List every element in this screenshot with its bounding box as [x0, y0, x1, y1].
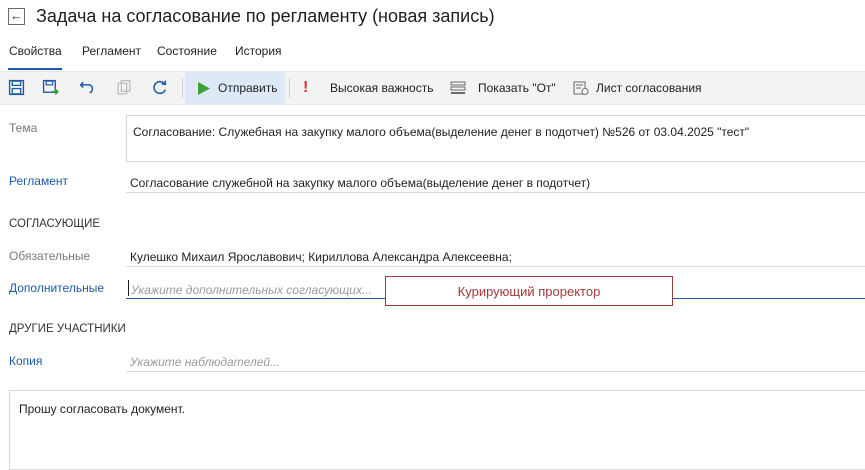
save-icon[interactable] [8, 79, 25, 96]
title-bar: ← Задача на согласование по регламенту (… [0, 0, 865, 34]
list-icon [450, 81, 466, 94]
tab-properties[interactable]: Свойства [9, 44, 62, 58]
approval-sheet-button[interactable]: Лист согласования [573, 72, 702, 104]
send-button[interactable]: Отправить [185, 72, 285, 104]
theme-value: Согласование: Служебная на закупку малог… [133, 125, 750, 139]
mandatory-label: Обязательные [9, 249, 91, 263]
undo-icon[interactable] [79, 79, 96, 96]
show-from-label: Показать "От" [478, 81, 556, 95]
refresh-icon[interactable] [151, 79, 168, 96]
tab-history[interactable]: История [235, 44, 282, 58]
mandatory-underline [126, 266, 865, 267]
approvers-section-title: СОГЛАСУЮЩИЕ [9, 218, 101, 230]
reglament-link[interactable]: Регламент [9, 174, 68, 188]
additional-approvers-link[interactable]: Дополнительные [9, 281, 104, 295]
tab-reglament[interactable]: Регламент [82, 44, 141, 58]
toolbar-separator [289, 78, 290, 98]
send-button-label: Отправить [218, 81, 278, 95]
suggestion-text: Курирующий проректор [457, 283, 601, 299]
reglament-value[interactable]: Согласование служебной на закупку малого… [130, 176, 590, 190]
copy-underline [126, 371, 865, 372]
autocomplete-suggestion[interactable]: Курирующий проректор [385, 276, 673, 306]
copy-icon[interactable] [116, 79, 133, 96]
show-from-button[interactable]: Показать "От" [450, 72, 556, 104]
high-importance-label: Высокая важность [330, 81, 434, 95]
play-icon [198, 81, 210, 95]
copy-link[interactable]: Копия [9, 354, 42, 368]
observers-input[interactable]: Укажите наблюдателей... [130, 355, 280, 369]
toolbar-separator [182, 78, 183, 98]
approval-sheet-label: Лист согласования [596, 81, 702, 95]
additional-approvers-input[interactable]: Укажите дополнительных согласующих... [131, 283, 372, 297]
back-arrow-icon[interactable]: ← [8, 8, 25, 25]
high-importance-button[interactable]: ! Высокая важность [303, 72, 433, 104]
comment-textarea[interactable]: Прошу согласовать документ. [9, 390, 865, 470]
tab-bar: Свойства Регламент Состояние История [0, 44, 865, 70]
approval-sheet-icon [573, 81, 589, 95]
exclamation-icon: ! [303, 79, 309, 96]
page-title: Задача на согласование по регламенту (но… [36, 6, 495, 26]
reglament-underline [126, 192, 865, 193]
theme-label: Тема [9, 121, 38, 135]
save-and-close-icon[interactable] [42, 79, 59, 96]
toolbar: Отправить ! Высокая важность Показать "О… [0, 71, 865, 105]
other-participants-section-title: ДРУГИЕ УЧАСТНИКИ [9, 323, 126, 335]
active-tab-indicator [8, 68, 62, 70]
tab-state[interactable]: Состояние [157, 44, 217, 58]
theme-field[interactable]: Согласование: Служебная на закупку малог… [126, 115, 865, 162]
comment-text: Прошу согласовать документ. [19, 402, 186, 416]
text-cursor [128, 280, 129, 296]
mandatory-approvers-value[interactable]: Кулешко Михаил Ярославович; Кириллова Ал… [130, 250, 512, 264]
